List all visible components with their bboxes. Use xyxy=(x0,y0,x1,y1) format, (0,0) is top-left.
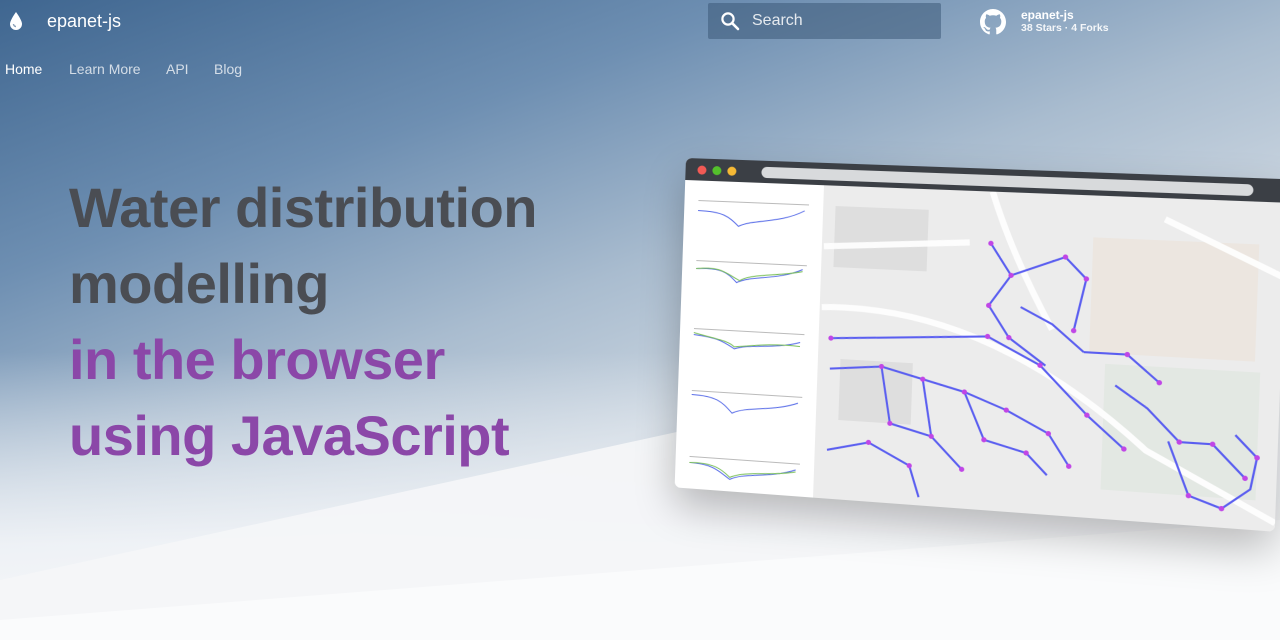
search-box[interactable] xyxy=(708,3,941,39)
window-maximize-dot xyxy=(712,165,722,176)
github-icon xyxy=(980,9,1006,40)
hero-line-4: using JavaScript xyxy=(69,404,510,467)
tab-learn-more[interactable]: Learn More xyxy=(69,61,141,77)
window-close-dot xyxy=(697,165,707,175)
repo-stats: 38 Stars · 4 Forks xyxy=(1021,22,1109,34)
tab-home[interactable]: Home xyxy=(5,61,42,77)
tab-blog[interactable]: Blog xyxy=(214,61,242,77)
hero-heading: Water distribution modelling in the brow… xyxy=(69,170,538,474)
repo-name: epanet-js xyxy=(1021,8,1074,22)
hero-line-2: modelling xyxy=(69,252,329,315)
header: epanet-js epanet-js 38 Stars · 4 Forks xyxy=(0,0,1280,44)
logo-water-drop-icon[interactable] xyxy=(8,11,24,36)
network-map-preview xyxy=(674,180,1280,532)
tab-api[interactable]: API xyxy=(166,61,189,77)
site-title[interactable]: epanet-js xyxy=(47,11,121,32)
hero-line-3: in the browser xyxy=(69,328,445,391)
window-minimize-dot xyxy=(727,166,737,176)
search-input[interactable] xyxy=(752,3,932,39)
app-preview xyxy=(674,180,1280,532)
hero-line-1: Water distribution xyxy=(69,176,538,239)
search-icon xyxy=(720,11,740,36)
app-screenshot-image xyxy=(674,158,1280,532)
